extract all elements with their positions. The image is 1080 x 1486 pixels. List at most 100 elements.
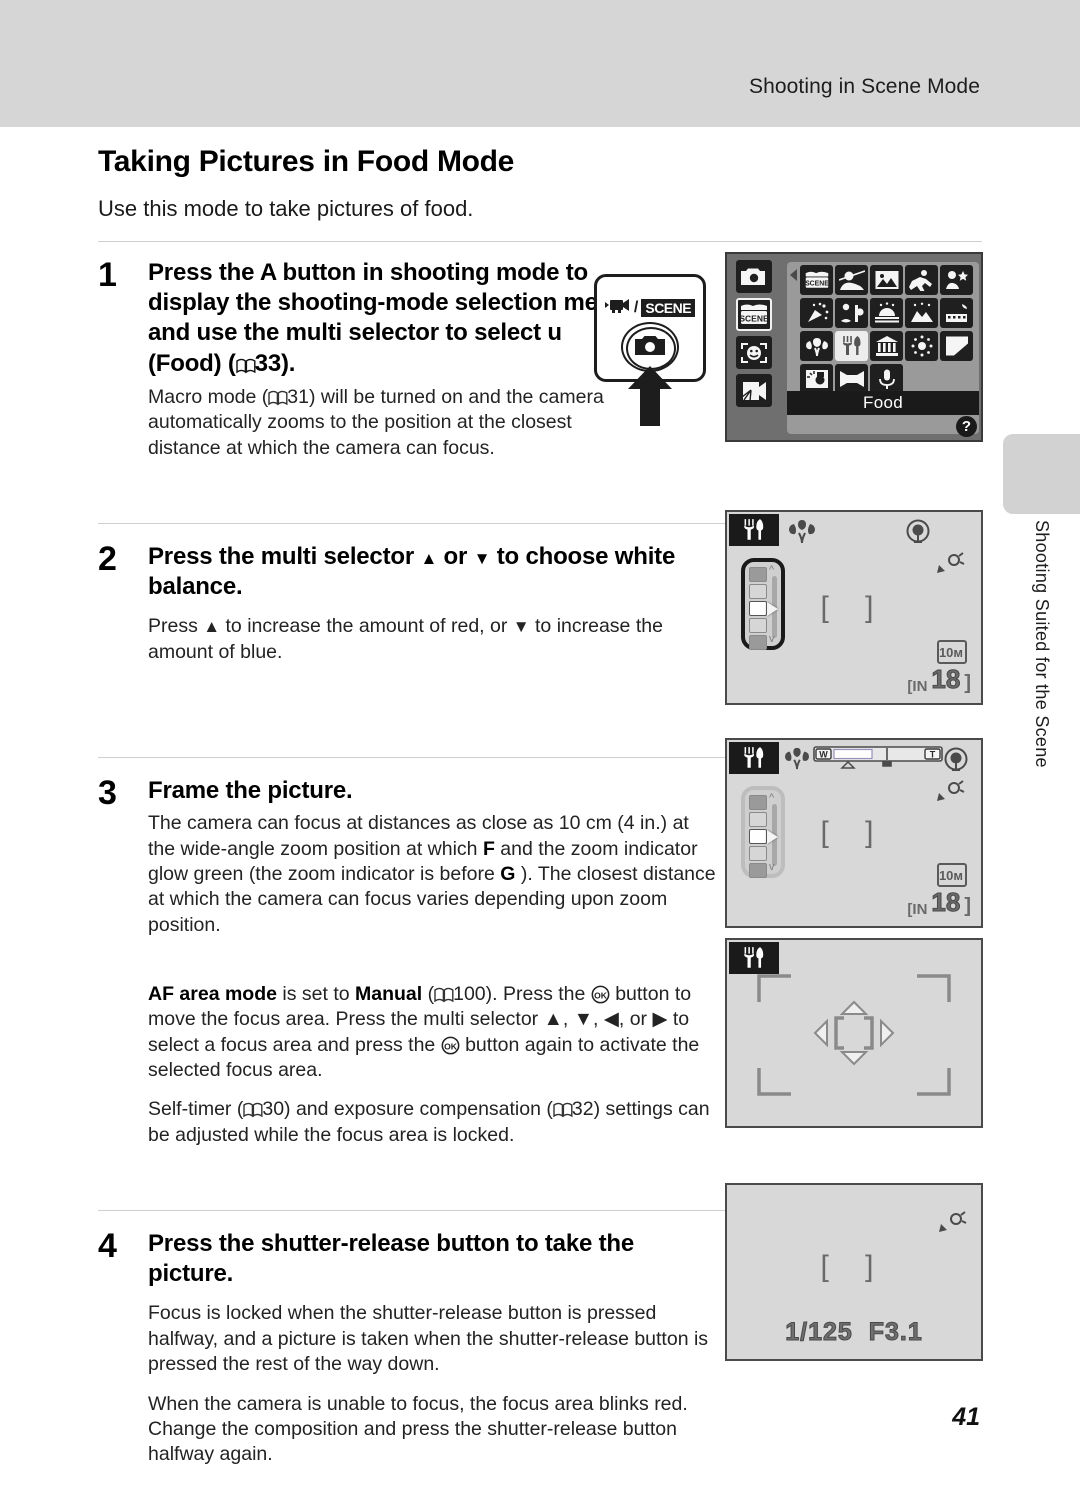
- scene-selection-menu-screen: SCENE SCENE Food ?: [725, 252, 983, 442]
- movie-camera-icon: [604, 298, 631, 318]
- step-1-number: 1: [98, 256, 117, 294]
- wb-swatch-0[interactable]: [749, 795, 767, 810]
- food-mode-badge: [729, 742, 779, 774]
- page-title: Taking Pictures in Food Mode: [98, 145, 515, 178]
- af-note-manual: Manual: [355, 982, 423, 1005]
- focus-brackets: [ ]: [820, 590, 888, 624]
- step-2-heading-b: or: [437, 543, 474, 570]
- scene-cell-voice-recording[interactable]: [870, 364, 903, 394]
- help-icon[interactable]: ?: [956, 416, 977, 437]
- scene-cell-sunset[interactable]: [870, 298, 903, 328]
- up-triangle-icon: ▲: [420, 549, 438, 568]
- wb-swatch-1[interactable]: [749, 584, 767, 599]
- scene-cell-portrait[interactable]: [835, 265, 868, 295]
- wb-swatch-2[interactable]: [749, 829, 767, 844]
- focus-frame-corner-bl: [757, 1066, 793, 1096]
- menu-sidebar: SCENE: [727, 254, 780, 440]
- sidebar-item-smart-portrait[interactable]: [736, 336, 772, 369]
- sidebar-item-movie[interactable]: [736, 374, 772, 407]
- wb-thumb[interactable]: [767, 830, 778, 844]
- memory-indicator: [IN: [907, 901, 928, 918]
- scene-cell-sports[interactable]: [905, 265, 938, 295]
- focus-frame-corner-br: [915, 1066, 951, 1096]
- divider-1: [98, 241, 982, 242]
- down-triangle-icon: ▼: [473, 549, 491, 568]
- monitor-focus-area-select: [725, 938, 983, 1128]
- food-mode-badge: [729, 942, 779, 974]
- macro-flower-icon: [783, 746, 813, 772]
- scene-cell-night-portrait[interactable]: [940, 265, 973, 295]
- scene-cell-close-up[interactable]: [800, 331, 833, 361]
- step-2-number: 2: [98, 540, 117, 578]
- scene-cell-landscape[interactable]: [870, 265, 903, 295]
- book-ref-icon: [553, 1102, 573, 1118]
- ok-button-icon: OK: [591, 985, 610, 1004]
- svg-text:10м: 10м: [939, 868, 963, 883]
- scene-cell-party-indoor[interactable]: [800, 298, 833, 328]
- up-triangle-icon: ▲: [203, 617, 221, 637]
- step-4-body-2: When the camera is unable to focus, the …: [148, 1392, 688, 1466]
- wb-thumb[interactable]: [767, 602, 778, 616]
- white-balance-slider[interactable]: ^ v: [741, 786, 785, 878]
- scene-cell-food[interactable]: [835, 331, 868, 361]
- wb-swatch-4[interactable]: [749, 635, 767, 650]
- book-ref-icon: [434, 987, 454, 1003]
- side-tab-block: [1003, 434, 1080, 514]
- page-number: 41: [952, 1403, 980, 1431]
- scene-cell-dusk-dawn[interactable]: [905, 298, 938, 328]
- wb-down-chevron-icon: v: [769, 861, 775, 873]
- monitor-white-balance: ^ v [ ] 10м [IN 18 ]: [725, 510, 983, 705]
- scene-cell-beach-snow[interactable]: [835, 298, 868, 328]
- wb-swatch-2[interactable]: [749, 601, 767, 616]
- up-arrow-icon: [626, 366, 674, 426]
- wb-up-chevron-icon: ^: [769, 792, 775, 804]
- shutter-speed: 1/125: [785, 1318, 853, 1347]
- shots-remaining: [IN 18 ]: [907, 887, 971, 919]
- shots-number: 18: [931, 664, 961, 695]
- step-1-heading-c: (Food) (: [148, 349, 236, 377]
- white-balance-icon: [905, 518, 931, 544]
- shots-number: 18: [931, 887, 961, 918]
- macro-flower-icon: [787, 518, 817, 544]
- scene-cell-panorama-assist[interactable]: [835, 364, 868, 394]
- scene-cell-night-landscape[interactable]: [940, 298, 973, 328]
- scene-cell-fireworks[interactable]: [905, 331, 938, 361]
- zoom-indicator: W T: [813, 746, 943, 772]
- af-note-page-ref: 100: [453, 982, 486, 1005]
- scene-cell-museum[interactable]: [870, 331, 903, 361]
- selftimer-ref-2: 32: [571, 1098, 594, 1121]
- food-mode-badge: [729, 514, 779, 546]
- wb-swatch-0[interactable]: [749, 567, 767, 582]
- sidebar-item-auto[interactable]: [736, 260, 772, 293]
- white-balance-slider[interactable]: ^ v: [741, 558, 785, 650]
- running-header-title: Shooting in Scene Mode: [748, 75, 980, 98]
- af-area-mode-note: AF area mode is set to Manual (100). Pre…: [148, 982, 718, 1083]
- step-3-heading: Frame the picture.: [148, 777, 353, 804]
- svg-text:T: T: [930, 750, 936, 760]
- selftimer-ref-1: 30: [262, 1098, 285, 1121]
- wb-swatch-3[interactable]: [749, 618, 767, 633]
- wb-swatch-1[interactable]: [749, 812, 767, 827]
- focus-area-move-icon[interactable]: [811, 998, 897, 1068]
- af-note-label: AF area mode: [148, 982, 277, 1005]
- wb-up-chevron-icon: ^: [769, 564, 775, 576]
- scene-cell-scene-auto[interactable]: SCENE: [800, 265, 833, 295]
- sidebar-item-scene[interactable]: SCENE: [736, 298, 772, 331]
- step-4-heading: Press the shutter-release button to take…: [148, 1230, 634, 1288]
- selftimer-b: ) and exposure compensation (: [284, 1098, 553, 1121]
- wb-swatch-3[interactable]: [749, 846, 767, 861]
- step-1-heading-d: ).: [280, 349, 296, 377]
- self-timer-note: Self-timer (30) and exposure compensatio…: [148, 1097, 718, 1148]
- down-triangle-icon: ▼: [512, 617, 530, 637]
- monitor-zoom-indicator: W T ^ v [] 10м [IN 18]: [725, 738, 983, 928]
- scene-selected-label: Food: [787, 391, 979, 415]
- left-caret-icon: [790, 269, 797, 281]
- wb-swatch-4[interactable]: [749, 863, 767, 878]
- wide-zoom-symbol: F: [482, 837, 495, 860]
- svg-text:SCENE: SCENE: [739, 313, 769, 323]
- slash-separator: /: [633, 299, 639, 316]
- count-bracket-close: ]: [964, 672, 971, 694]
- step-1-body-ref: 31: [287, 385, 309, 408]
- scene-cell-backlight[interactable]: [800, 364, 833, 394]
- scene-cell-copy[interactable]: [940, 331, 973, 361]
